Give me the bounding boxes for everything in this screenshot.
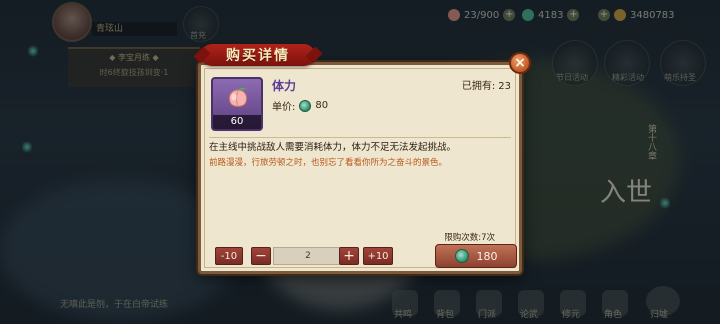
- owned-value: 23: [498, 81, 511, 92]
- plus-ten-button[interactable]: +10: [363, 247, 393, 265]
- minus-button[interactable]: −: [251, 247, 271, 265]
- price-label: 单价:: [272, 102, 296, 113]
- buy-button[interactable]: 180: [435, 244, 517, 268]
- peach-icon: [228, 87, 248, 107]
- item-icon-frame: 60: [211, 77, 263, 131]
- owned-count: 已拥有: 23: [459, 77, 511, 92]
- description-box: 在主线中挑战敌人需要消耗体力，体力不足无法发起挑战。 前路漫漫，行旅劳顿之时，也…: [209, 141, 511, 221]
- plus-button[interactable]: +: [339, 247, 359, 265]
- jade-coin-icon: [299, 99, 312, 112]
- jade-coin-icon: [454, 249, 469, 263]
- close-button[interactable]: ×: [509, 52, 531, 74]
- item-flavor-text: 前路漫漫，行旅劳顿之时，也别忘了看看你所为之奋斗的景色。: [209, 158, 448, 168]
- owned-label: 已拥有:: [461, 81, 496, 92]
- purchase-dialog: 60 体力 已拥有: 23 单价: 80 在主线中挑战敌人需要消耗体力，体力不足无…: [198, 62, 522, 274]
- price-value: 80: [315, 100, 329, 111]
- item-quantity-badge: 60: [213, 115, 261, 129]
- dialog-title: 购买详情: [226, 48, 290, 64]
- buy-price: 180: [476, 249, 498, 263]
- unit-price: 单价: 80: [272, 98, 328, 113]
- minus-ten-button[interactable]: -10: [215, 247, 243, 265]
- dialog-title-banner: 购买详情: [193, 38, 323, 72]
- item-description: 在主线中挑战敌人需要消耗体力，体力不足无法发起挑战。: [209, 142, 457, 153]
- item-name: 体力: [272, 79, 297, 93]
- divider: [209, 137, 511, 138]
- quantity-input[interactable]: 2: [273, 247, 343, 265]
- purchase-limit: 限购次数:7次: [444, 233, 495, 243]
- close-icon: ×: [514, 55, 526, 71]
